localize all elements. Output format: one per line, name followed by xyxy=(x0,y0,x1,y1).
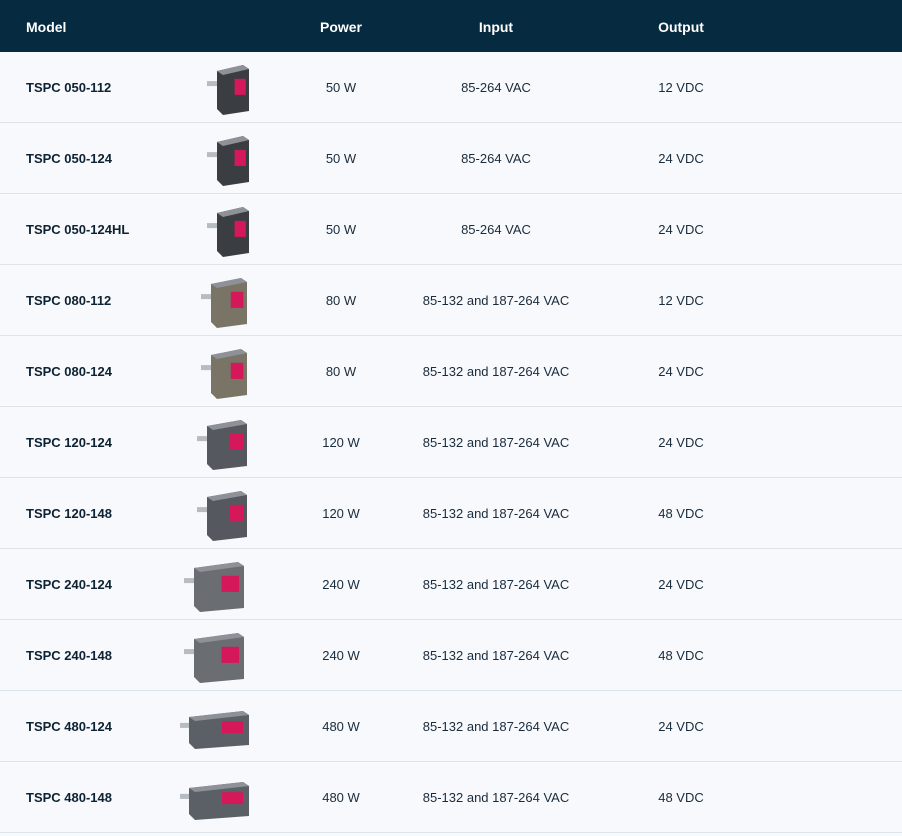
power-supply-480w-icon[interactable] xyxy=(180,699,250,755)
input-value: 85-132 and 187-264 VAC xyxy=(422,719,570,734)
power-value: 50 W xyxy=(325,80,357,95)
input-value: 85-132 and 187-264 VAC xyxy=(422,506,570,521)
output-value: 24 VDC xyxy=(658,151,704,166)
input-value: 85-264 VAC xyxy=(461,80,531,95)
input-value: 85-132 and 187-264 VAC xyxy=(422,790,570,805)
power-value: 120 W xyxy=(322,435,360,450)
model-name[interactable]: TSPC 120-148 xyxy=(26,506,112,521)
header-output: Output xyxy=(658,19,704,35)
input-value: 85-264 VAC xyxy=(461,151,531,166)
output-value: 24 VDC xyxy=(658,719,704,734)
power-value: 240 W xyxy=(322,648,360,663)
table-row: TSPC 120-148 120 W 85-132 and 187-264 VA… xyxy=(0,478,902,549)
table-row: TSPC 240-148 240 W 85-132 and 187-264 VA… xyxy=(0,620,902,691)
product-photo xyxy=(180,782,249,820)
input-value: 85-132 and 187-264 VAC xyxy=(422,577,570,592)
power-value: 50 W xyxy=(325,151,357,166)
model-name[interactable]: TSPC 080-112 xyxy=(26,293,111,308)
power-supply-120w-icon[interactable] xyxy=(188,486,258,542)
power-value: 80 W xyxy=(325,293,357,308)
power-supply-80w-icon[interactable] xyxy=(190,344,260,400)
power-value: 480 W xyxy=(322,790,360,805)
input-value: 85-264 VAC xyxy=(461,222,531,237)
output-value: 24 VDC xyxy=(658,435,704,450)
power-value: 120 W xyxy=(322,506,360,521)
input-value: 85-132 and 187-264 VAC xyxy=(422,648,570,663)
model-name[interactable]: TSPC 050-124HL xyxy=(26,222,129,237)
power-supply-50w-icon[interactable] xyxy=(194,60,264,116)
input-value: 85-132 and 187-264 VAC xyxy=(422,293,570,308)
table-row: TSPC 080-112 80 W 85-132 and 187-264 VAC… xyxy=(0,265,902,336)
header-power: Power xyxy=(319,19,363,35)
table-header: Model Power Input Output xyxy=(0,0,902,52)
output-value: 24 VDC xyxy=(658,364,704,379)
product-photo xyxy=(184,633,244,683)
header-input: Input xyxy=(478,19,514,35)
product-photo xyxy=(184,562,244,612)
model-name[interactable]: TSPC 240-148 xyxy=(26,648,112,663)
output-value: 48 VDC xyxy=(658,648,704,663)
product-photo xyxy=(201,278,247,328)
table-row: TSPC 050-112 50 W 85-264 VAC 12 VDC xyxy=(0,52,902,123)
output-value: 24 VDC xyxy=(658,577,704,592)
power-value: 240 W xyxy=(322,577,360,592)
table-row: TSPC 120-124 120 W 85-132 and 187-264 VA… xyxy=(0,407,902,478)
table-row: TSPC 050-124HL 50 W 85-264 VAC 24 VDC xyxy=(0,194,902,265)
model-name[interactable]: TSPC 480-124 xyxy=(26,719,112,734)
output-value: 48 VDC xyxy=(658,790,704,805)
power-value: 80 W xyxy=(325,364,357,379)
power-supply-50w-icon[interactable] xyxy=(194,131,264,187)
product-photo xyxy=(207,65,249,115)
table-row: TSPC 080-124 80 W 85-132 and 187-264 VAC… xyxy=(0,336,902,407)
output-value: 12 VDC xyxy=(658,293,704,308)
header-model: Model xyxy=(26,19,67,35)
power-supply-50w-icon[interactable] xyxy=(194,202,264,258)
product-photo xyxy=(207,207,249,257)
output-value: 12 VDC xyxy=(658,80,704,95)
table-row: TSPC 050-124 50 W 85-264 VAC 24 VDC xyxy=(0,123,902,194)
power-supply-240w-icon[interactable] xyxy=(180,628,250,684)
product-photo xyxy=(197,420,247,470)
product-photo xyxy=(207,136,249,186)
model-name[interactable]: TSPC 480-148 xyxy=(26,790,112,805)
model-name[interactable]: TSPC 120-124 xyxy=(26,435,112,450)
table-row: TSPC 480-148 480 W 85-132 and 187-264 VA… xyxy=(0,762,902,833)
output-value: 24 VDC xyxy=(658,222,704,237)
model-name[interactable]: TSPC 050-112 xyxy=(26,80,111,95)
power-value: 480 W xyxy=(322,719,360,734)
product-photo xyxy=(197,491,247,541)
power-value: 50 W xyxy=(325,222,357,237)
input-value: 85-132 and 187-264 VAC xyxy=(422,435,570,450)
power-supply-240w-icon[interactable] xyxy=(180,557,250,613)
power-supply-120w-icon[interactable] xyxy=(188,415,258,471)
model-name[interactable]: TSPC 050-124 xyxy=(26,151,112,166)
product-table: Model Power Input Output TSPC 050-112 50… xyxy=(0,0,902,833)
product-photo xyxy=(201,349,247,399)
power-supply-80w-icon[interactable] xyxy=(190,273,260,329)
table-row: TSPC 480-124 480 W 85-132 and 187-264 VA… xyxy=(0,691,902,762)
model-name[interactable]: TSPC 080-124 xyxy=(26,364,112,379)
model-name[interactable]: TSPC 240-124 xyxy=(26,577,112,592)
input-value: 85-132 and 187-264 VAC xyxy=(422,364,570,379)
table-body: TSPC 050-112 50 W 85-264 VAC 12 VDC TSPC… xyxy=(0,52,902,833)
output-value: 48 VDC xyxy=(658,506,704,521)
product-photo xyxy=(180,711,249,749)
power-supply-480w-icon[interactable] xyxy=(180,770,250,826)
table-row: TSPC 240-124 240 W 85-132 and 187-264 VA… xyxy=(0,549,902,620)
